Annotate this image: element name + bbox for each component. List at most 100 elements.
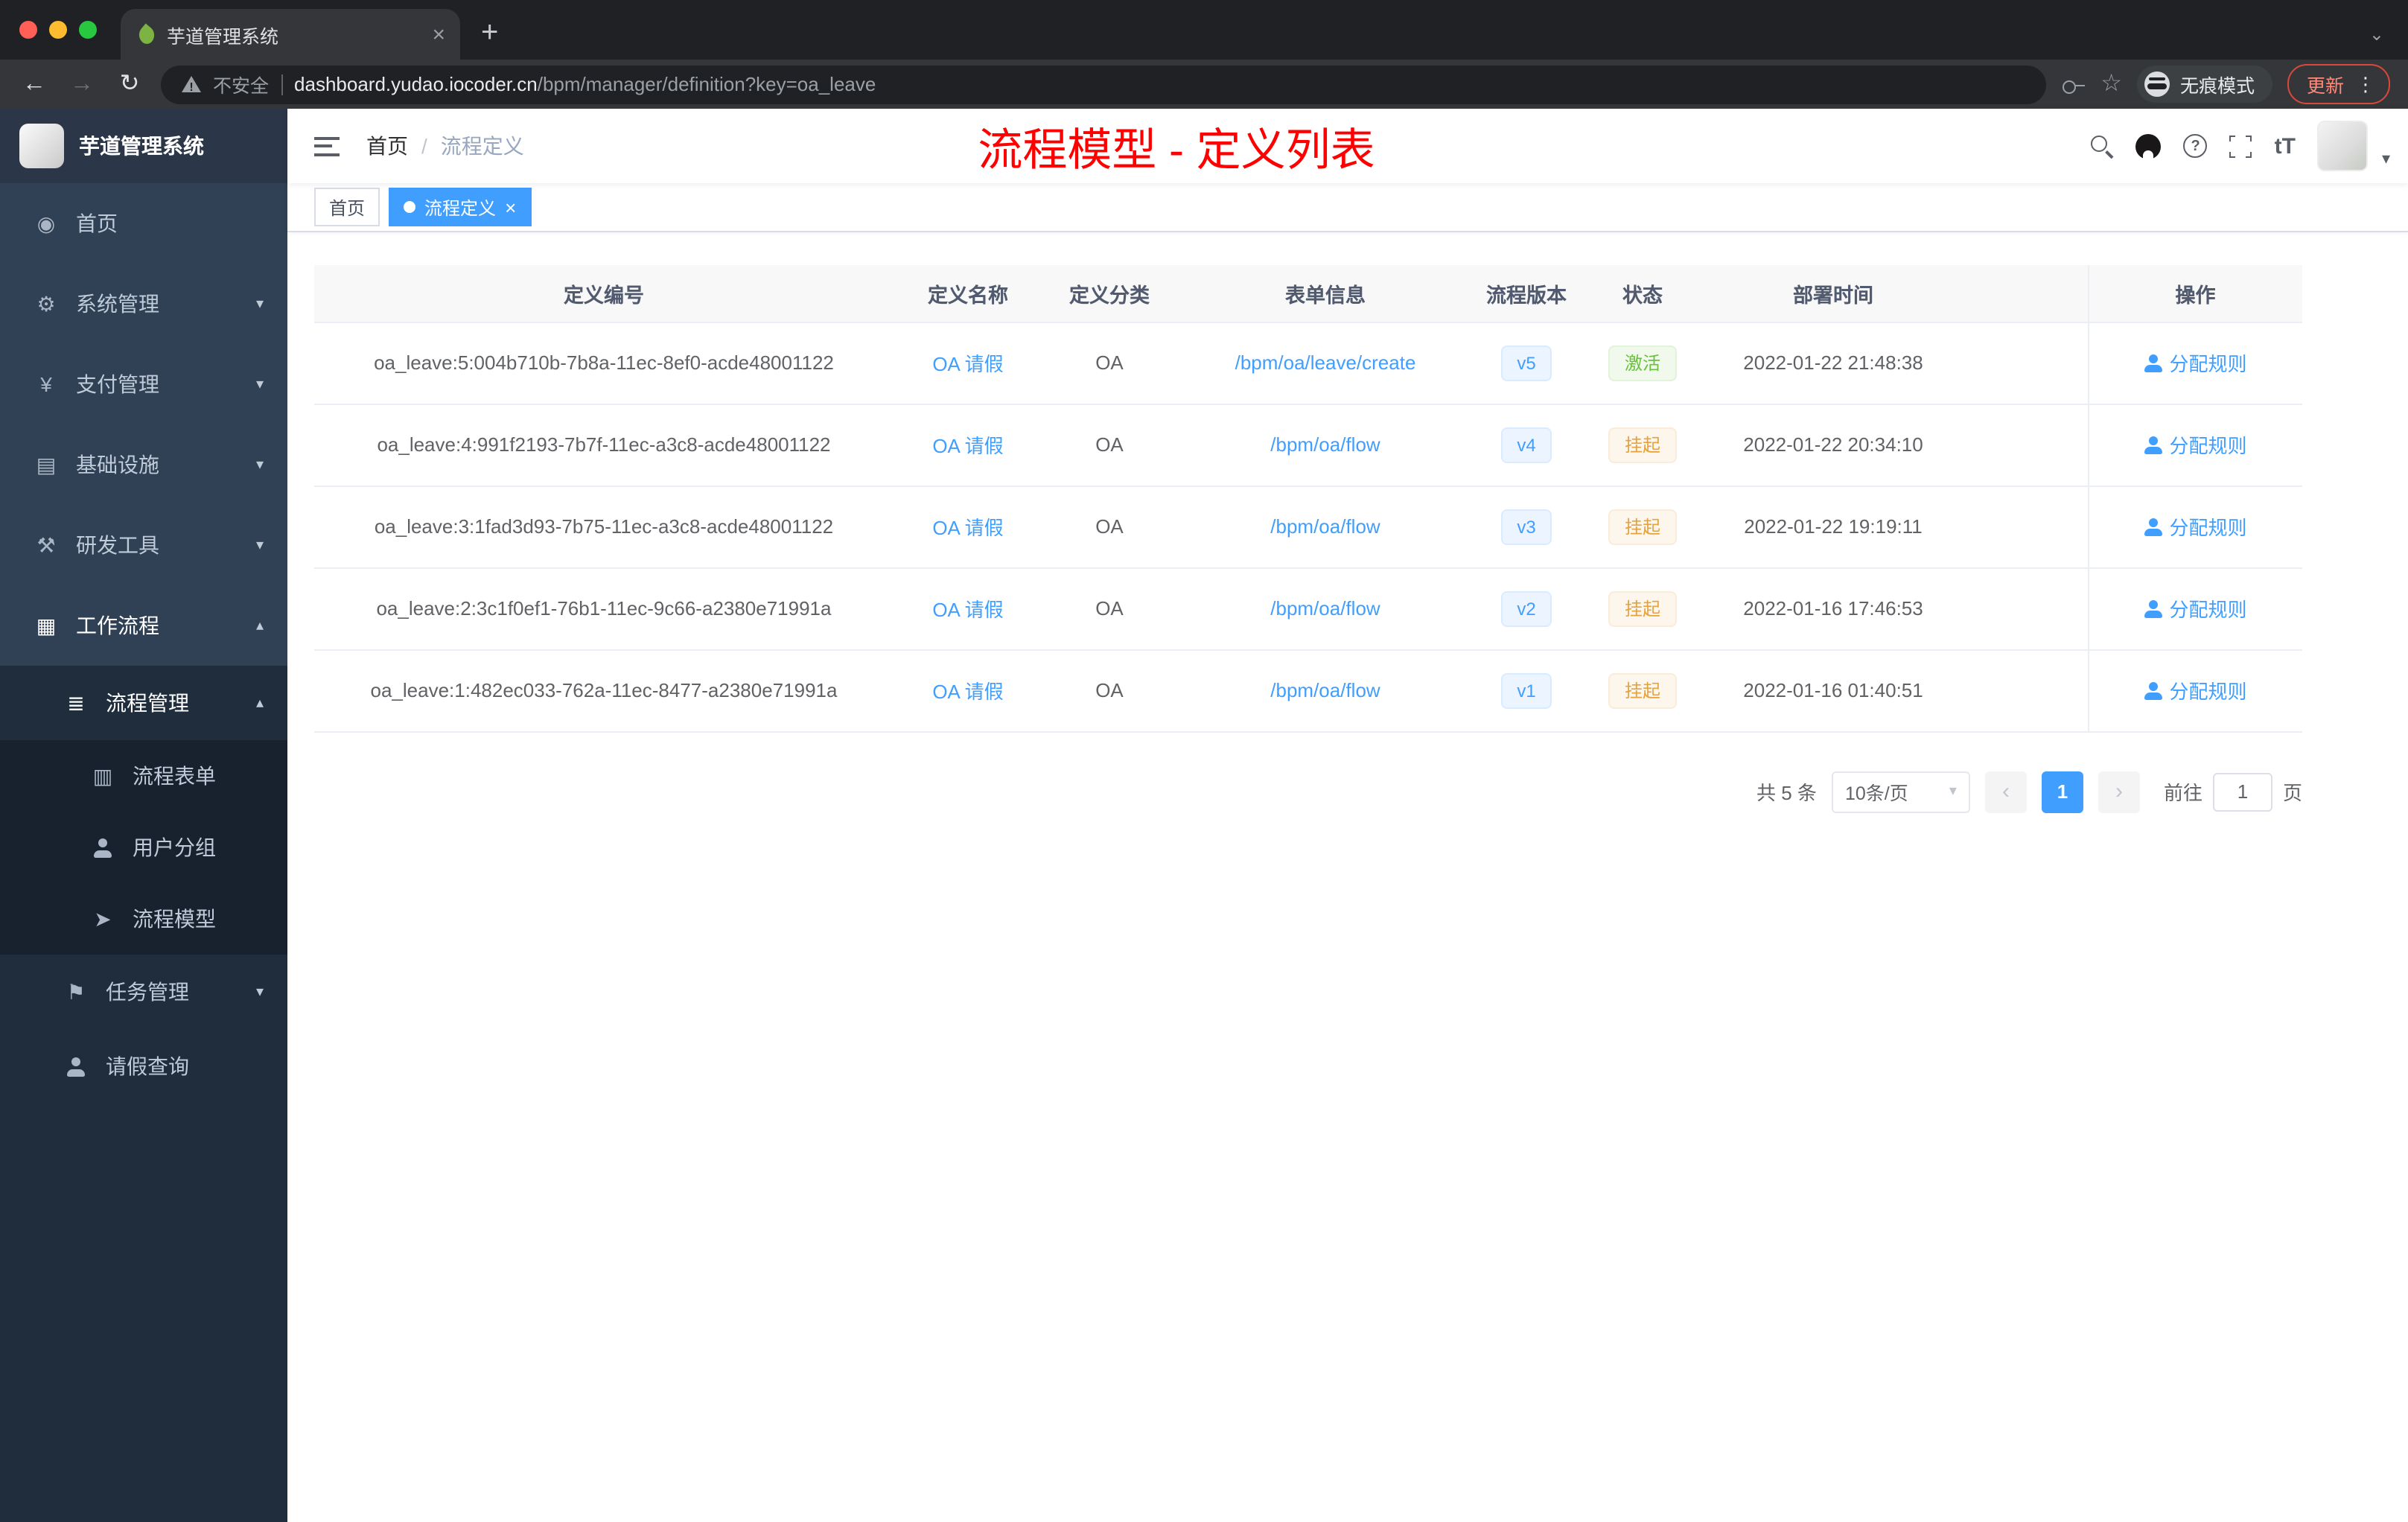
sidebar-toggle-hamburger-icon[interactable]: [314, 136, 340, 156]
definition-name-cell: OA 请假: [894, 567, 1042, 650]
actions-cell: 分配规则: [2087, 485, 2302, 568]
sidebar-item-label: 请假查询: [106, 1054, 189, 1078]
new-tab-button[interactable]: +: [481, 18, 498, 48]
fullscreen-icon[interactable]: [2226, 132, 2255, 160]
minimize-window-button[interactable]: [49, 21, 67, 39]
form-info-cell: /bpm/oa/flow: [1176, 485, 1474, 568]
definition-name-link[interactable]: OA 请假: [932, 681, 1003, 703]
font-size-icon[interactable]: tT: [2275, 135, 2296, 157]
version-cell: v4: [1474, 404, 1579, 486]
active-dot-icon: [404, 201, 416, 213]
sidebar-item-process-form[interactable]: ▥ 流程表单: [0, 740, 287, 812]
bookmark-star-icon[interactable]: ☆: [2100, 71, 2122, 96]
assign-rule-button[interactable]: 分配规则: [2144, 594, 2246, 623]
yen-icon: ¥: [40, 372, 52, 396]
actions-cell: 分配规则: [2087, 322, 2302, 404]
definition-name-link[interactable]: OA 请假: [932, 353, 1003, 375]
goto-page-input[interactable]: [2212, 772, 2272, 811]
form-link[interactable]: /bpm/oa/flow: [1270, 597, 1380, 620]
definition-name-link[interactable]: OA 请假: [932, 435, 1003, 457]
sidebar-item-leave-query[interactable]: 请假查询: [0, 1029, 287, 1104]
sidebar-item-task-manage[interactable]: ⚑ 任务管理 ▾: [0, 955, 287, 1029]
definition-category: OA: [1042, 485, 1176, 568]
form-link[interactable]: /bpm/oa/flow: [1270, 433, 1380, 456]
sidebar-item-payment-manage[interactable]: ¥ 支付管理 ▾: [0, 344, 287, 424]
next-page-button[interactable]: ›: [2098, 771, 2140, 812]
assign-rule-button[interactable]: 分配规则: [2144, 512, 2246, 541]
paper-plane-icon: ➤: [94, 906, 112, 930]
browser-tab[interactable]: 芋道管理系统 ×: [121, 9, 460, 60]
browser-menu-kebab-icon[interactable]: ⋮: [2356, 74, 2375, 94]
breadcrumb: 首页 / 流程定义: [366, 131, 524, 161]
sidebar-item-dev-tools[interactable]: ⚒ 研发工具 ▾: [0, 505, 287, 585]
page-number-current[interactable]: 1: [2041, 771, 2083, 812]
sidebar-item-system-manage[interactable]: ⚙ 系统管理 ▾: [0, 264, 287, 344]
help-icon[interactable]: [2183, 134, 2208, 158]
column-header-status: 状态: [1579, 265, 1707, 322]
column-header-version: 流程版本: [1474, 265, 1579, 322]
sidebar-logo-row[interactable]: 芋道管理系统: [0, 109, 287, 183]
sidebar-item-label: 任务管理: [106, 980, 189, 1004]
sidebar-item-label: 流程模型: [133, 907, 216, 931]
goto-page-group: 前往 页: [2164, 772, 2302, 811]
tag-item[interactable]: 首页: [314, 188, 380, 226]
page-annotation-title: 流程模型 - 定义列表: [978, 127, 1375, 176]
status-badge: 挂起: [1608, 509, 1677, 544]
form-link[interactable]: /bpm/oa/leave/create: [1235, 351, 1416, 374]
sidebar-item-workflow[interactable]: ▦ 工作流程 ▴: [0, 585, 287, 666]
back-button[interactable]: ←: [18, 71, 51, 96]
sidebar-item-label: 支付管理: [76, 372, 159, 396]
tab-close-icon[interactable]: ×: [432, 23, 445, 45]
status-cell: 激活: [1579, 322, 1707, 404]
sidebar-item-home[interactable]: ◉ 首页: [0, 183, 287, 264]
search-icon[interactable]: [2091, 135, 2114, 157]
tag-active[interactable]: 流程定义 ×: [389, 188, 532, 226]
form-link[interactable]: /bpm/oa/flow: [1270, 679, 1380, 701]
not-secure-warning-icon[interactable]: [182, 76, 201, 94]
version-cell: v1: [1474, 649, 1579, 732]
avatar[interactable]: [2317, 121, 2369, 171]
avatar-chevron-down-icon[interactable]: ▾: [2382, 148, 2390, 168]
chevron-down-icon: ▾: [1949, 783, 1957, 800]
chrome-update-button[interactable]: 更新 ⋮: [2287, 64, 2390, 104]
page-size-select[interactable]: 10条/页 ▾: [1831, 771, 1970, 812]
reload-button[interactable]: ↻: [113, 71, 146, 96]
assign-rule-button[interactable]: 分配规则: [2144, 430, 2246, 459]
form-info-cell: /bpm/oa/leave/create: [1176, 322, 1474, 404]
sidebar-item-process-manage[interactable]: ≣ 流程管理 ▴: [0, 666, 287, 740]
sidebar-item-infrastructure[interactable]: ▤ 基础设施 ▾: [0, 424, 287, 505]
pagination: 共 5 条 10条/页 ▾ ‹ 1 › 前往 页: [314, 771, 2302, 812]
column-header-form-info: 表单信息: [1176, 265, 1474, 322]
definition-name-link[interactable]: OA 请假: [932, 517, 1003, 539]
breadcrumb-current: 流程定义: [440, 134, 524, 158]
github-icon[interactable]: [2135, 133, 2162, 159]
definition-category: OA: [1042, 567, 1176, 650]
forward-button[interactable]: →: [66, 71, 98, 96]
version-cell: v3: [1474, 485, 1579, 568]
address-bar[interactable]: 不安全 dashboard.yudao.iocoder.cn/bpm/manag…: [161, 65, 2046, 104]
close-icon[interactable]: ×: [505, 197, 516, 217]
url-domain: dashboard.yudao.iocoder.cn: [294, 73, 538, 95]
prev-page-button[interactable]: ‹: [1984, 771, 2027, 812]
definition-table: 定义编号 定义名称 定义分类 表单信息 流程版本 状态 部署时间 操作 oa_l…: [314, 265, 2302, 732]
assign-rule-button[interactable]: 分配规则: [2144, 676, 2246, 704]
url-text: dashboard.yudao.iocoder.cn/bpm/manager/d…: [294, 73, 876, 95]
password-manager-key-icon[interactable]: [2060, 72, 2086, 96]
definition-name-link[interactable]: OA 请假: [932, 599, 1003, 621]
form-link[interactable]: /bpm/oa/flow: [1270, 515, 1380, 538]
deploy-time: 2022-01-22 20:34:10: [1707, 404, 1960, 486]
column-header-definition-name: 定义名称: [894, 265, 1042, 322]
table-row: oa_leave:3:1fad3d93-7b75-11ec-a3c8-acde4…: [314, 485, 2302, 568]
sidebar-item-label: 系统管理: [76, 292, 159, 316]
screen: 芋道管理系统 × + ⌄ ← → ↻ 不安全 dashboard.yudao.i…: [0, 0, 2408, 1522]
zoom-window-button[interactable]: [79, 21, 97, 39]
status-badge: 挂起: [1608, 590, 1677, 626]
browser-tab-strip: 芋道管理系统 × + ⌄: [0, 0, 2408, 60]
tab-search-chevron-icon[interactable]: ⌄: [2369, 24, 2384, 45]
assign-rule-button[interactable]: 分配规则: [2144, 348, 2246, 377]
filler-cell: [1960, 649, 2088, 732]
close-window-button[interactable]: [19, 21, 37, 39]
breadcrumb-home[interactable]: 首页: [366, 131, 408, 161]
sidebar-item-user-group[interactable]: 用户分组: [0, 812, 287, 883]
sidebar-item-process-model[interactable]: ➤ 流程模型: [0, 883, 287, 955]
